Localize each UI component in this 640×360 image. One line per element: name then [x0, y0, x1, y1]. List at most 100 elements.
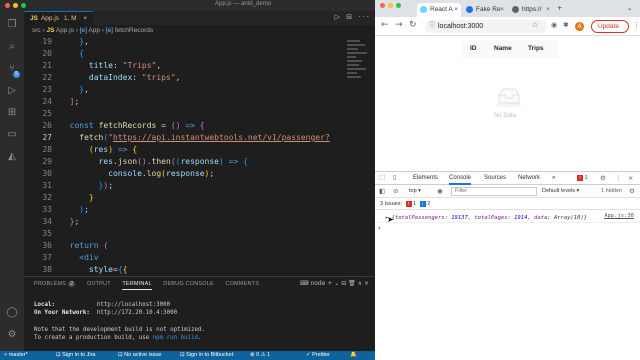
branch-indicator[interactable]: ⑂ master*	[4, 351, 28, 360]
globe-favicon-icon	[466, 6, 473, 13]
terminal-output[interactable]: Local: http://localhost:3000 On Your Net…	[34, 301, 205, 342]
breadcrumb-file[interactable]: App.js	[56, 27, 74, 34]
terminal-toolbar: ⌨ node + ⌄ ⊟ 🗑 ∧ ×	[300, 280, 369, 287]
clear-console-icon[interactable]: ⊘	[393, 187, 398, 195]
avatar[interactable]: A	[575, 22, 584, 31]
close-devtools-icon[interactable]: ×	[628, 174, 633, 182]
code-editor[interactable]: 19 20 21 22 23 24 25 26 27 28 29 30 31 32 33 34 35 36 37 38…	[24, 36, 375, 276]
minimap[interactable]	[347, 40, 369, 100]
tab-debug-console[interactable]: DEBUG CONSOLE	[163, 281, 214, 287]
code-line: );	[79, 205, 89, 214]
minimize-window-button[interactable]	[388, 3, 393, 8]
tab-elements[interactable]: Elements	[413, 172, 438, 185]
search-icon[interactable]: ⌕	[6, 41, 18, 53]
notifications-bell-icon[interactable]: 🔔	[350, 351, 357, 360]
maximize-window-button[interactable]	[396, 3, 401, 8]
context-selector[interactable]: top ▾	[409, 188, 421, 194]
remote-explorer-icon[interactable]: ▭	[6, 129, 18, 141]
browser-tab-fake-rest[interactable]: Fake Re ×	[463, 3, 507, 17]
code-content[interactable]: }, { title: "Trips", dataIndex: "trips",…	[60, 36, 360, 276]
run-debug-icon[interactable]: ▷	[6, 85, 18, 97]
info-issues-icon: i	[419, 201, 426, 207]
breadcrumb-folder[interactable]: src	[32, 27, 41, 34]
editor-tab-app-js[interactable]: JS App.js 1, M ×	[24, 11, 94, 25]
variable-symbol-icon: [e]	[105, 27, 113, 34]
line-number: 23	[42, 85, 52, 94]
tab-console[interactable]: Console	[449, 172, 472, 185]
problems-count-badge: 2	[68, 281, 76, 287]
window-title: App.js — antd_demo	[215, 1, 272, 7]
account-icon[interactable]: ◯	[6, 307, 18, 319]
docker-icon[interactable]: ◭	[6, 151, 18, 163]
error-count-badge[interactable]: ! 1	[577, 175, 588, 182]
explorer-icon[interactable]: ❐	[6, 19, 18, 31]
tab-terminal[interactable]: TERMINAL	[122, 281, 152, 290]
line-number: 33	[42, 205, 52, 214]
maximize-window-button[interactable]	[21, 3, 26, 8]
browser-tab-bar: React A × Fake Re × https://× + ⌄	[375, 0, 640, 17]
forward-arrow-icon[interactable]: →	[395, 20, 403, 30]
tab-output[interactable]: OUTPUT	[87, 281, 111, 287]
reload-icon[interactable]: ↻	[409, 20, 417, 30]
code-line: res.json().then((response) => {	[98, 157, 248, 166]
console-prompt-chevron-icon[interactable]: ›	[378, 224, 381, 232]
editor-actions[interactable]: ▷ ⊟ ···	[335, 13, 371, 21]
breadcrumb-symbol[interactable]: App	[88, 27, 100, 34]
close-tab-icon[interactable]: ×	[500, 3, 504, 17]
sidebar-toggle-icon[interactable]: ◧	[379, 187, 385, 195]
problems-indicator[interactable]: ⊗ 0 ⚠ 1	[250, 351, 270, 360]
minimize-window-button[interactable]	[13, 3, 18, 8]
inspect-element-icon[interactable]: ⬚	[379, 173, 385, 181]
puzzle-extensions-icon[interactable]: ✱	[563, 21, 569, 29]
jira-issue[interactable]: ⊡ No active issue	[118, 351, 161, 360]
update-button[interactable]: Update	[591, 20, 629, 33]
terminal-shell-label[interactable]: node	[310, 280, 325, 287]
prettier-status[interactable]: ✓ Prettier	[306, 351, 330, 360]
new-tab-button[interactable]: +	[557, 4, 562, 12]
more-options-kebab-icon[interactable]: ⋮	[615, 174, 622, 182]
extensions-icon[interactable]: ⊞	[6, 107, 18, 119]
url-input[interactable]: ⓘ localhost:3000	[425, 20, 547, 33]
tab-network[interactable]: Network	[518, 172, 540, 185]
browser-tab-react-app[interactable]: React A ×	[417, 3, 461, 17]
extension-icon[interactable]: ◉	[551, 21, 557, 29]
close-window-button[interactable]	[380, 3, 385, 8]
jira-sign-in[interactable]: ⊡ Sign in to Jira	[56, 351, 95, 360]
tab-search-chevron-icon[interactable]: ⌄	[627, 4, 632, 12]
tab-problems[interactable]: PROBLEMS 2	[34, 281, 76, 287]
console-filter-input[interactable]: Filter	[451, 187, 537, 196]
settings-gear-icon[interactable]: ⚙	[6, 329, 18, 341]
more-tabs-button[interactable]: »	[552, 172, 555, 185]
log-object[interactable]: ▸ {totalPassengers: 19137, totalPages: 1…	[385, 213, 587, 223]
device-toolbar-icon[interactable]: ▯	[393, 173, 397, 181]
close-tab-icon[interactable]: ×	[546, 3, 550, 17]
settings-gear-icon[interactable]: ⚙	[600, 174, 606, 182]
javascript-file-icon: JS	[30, 15, 38, 22]
tab-sources[interactable]: Sources	[484, 172, 506, 185]
log-source-link[interactable]: App.js:30	[604, 213, 634, 219]
bookmark-star-icon[interactable]: ☆	[532, 21, 538, 29]
code-line: },	[79, 37, 89, 46]
close-window-button[interactable]	[5, 3, 10, 8]
code-line: title: "Trips",	[88, 61, 162, 70]
eye-icon[interactable]: ◉	[437, 187, 443, 195]
terminal-note: .	[198, 334, 202, 341]
breadcrumb-symbol[interactable]: fetchRecords	[115, 27, 153, 34]
browser-tab-https[interactable]: https://×	[509, 3, 553, 17]
terminal-actions[interactable]: + ⌄ ⊟ 🗑 ∧ ×	[327, 280, 369, 287]
menu-kebab-icon[interactable]: ⋮	[633, 21, 640, 29]
tab-comments[interactable]: COMMENTS	[225, 281, 259, 287]
close-tab-icon[interactable]: ×	[83, 15, 87, 22]
bitbucket-sign-in[interactable]: ⊡ Sign in to Bitbucket	[180, 351, 233, 360]
back-arrow-icon[interactable]: ←	[381, 20, 389, 30]
log-levels-dropdown[interactable]: Default levels ▾	[542, 188, 579, 194]
issues-bar[interactable]: 3 Issues: ! 1 i 2	[375, 199, 640, 210]
error-issues-count: 1	[413, 201, 417, 207]
close-tab-icon[interactable]: ×	[454, 3, 458, 17]
code-line: const fetchRecords = () => {	[69, 121, 205, 130]
console-log-entry[interactable]: ▸ {totalPassengers: 19137, totalPages: 1…	[375, 213, 640, 223]
code-line: style={{	[88, 265, 128, 274]
console-settings-gear-icon[interactable]: ⚙	[629, 187, 635, 195]
